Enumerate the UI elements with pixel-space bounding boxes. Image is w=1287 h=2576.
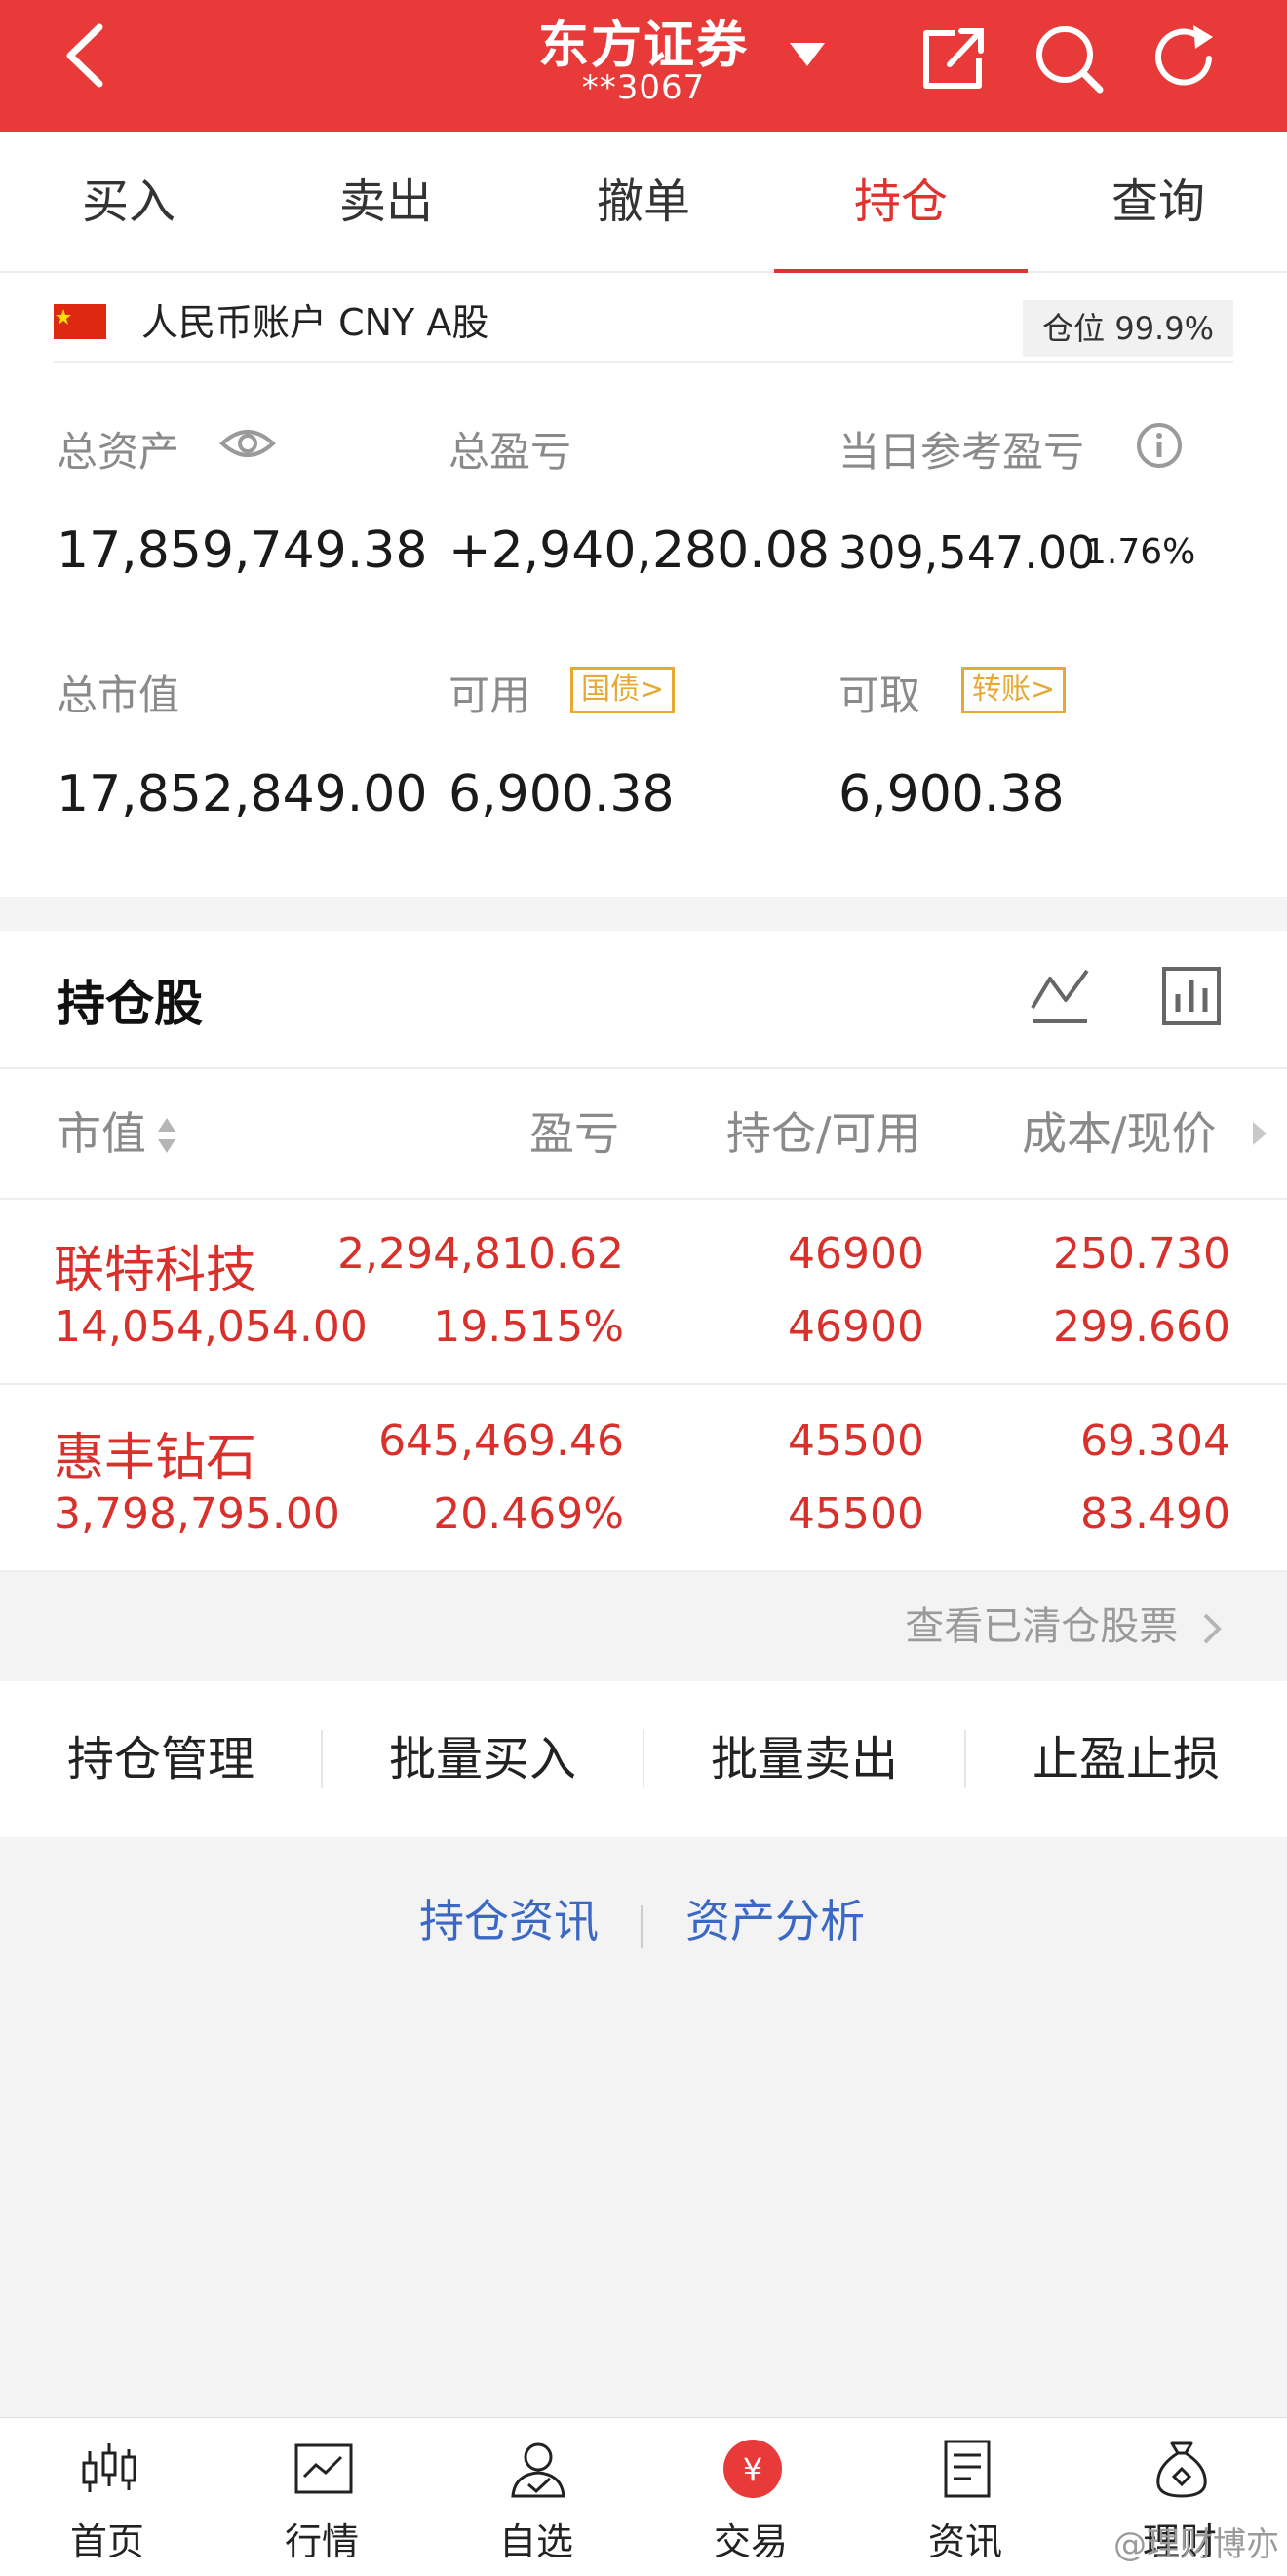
col-position-available: 持仓/可用 [726, 1107, 921, 1160]
col-pl: 盈亏 [529, 1107, 619, 1160]
market-value-value: 17,852,849.00 [57, 765, 428, 824]
stop-profit-loss-button[interactable]: 止盈止损 [965, 1681, 1287, 1837]
tab-holdings[interactable]: 持仓 [772, 132, 1030, 275]
cleared-stocks-bar: 查看已清仓股票 [0, 1572, 1287, 1681]
batch-sell-button[interactable]: 批量卖出 [644, 1681, 965, 1837]
stock-position: 46900 [788, 1229, 924, 1279]
nav-news[interactable]: 资讯 [858, 2418, 1072, 2576]
nav-watchlist[interactable]: 自选 [429, 2418, 644, 2576]
watermark: @理财博亦 [1113, 2525, 1279, 2564]
total-assets-label: 总资产 [57, 428, 180, 476]
daily-pl-value: 309,547.00 [838, 526, 1096, 579]
transfer-link[interactable]: 转账> [961, 667, 1067, 713]
available-label: 可用 [448, 672, 531, 719]
refresh-icon[interactable] [1149, 21, 1223, 96]
batch-buy-button[interactable]: 批量买入 [322, 1681, 644, 1837]
holding-row[interactable]: 联特科技 14,054,054.00 2,294,810.62 19.515% … [0, 1200, 1287, 1385]
stock-market-value: 3,798,795.00 [54, 1489, 340, 1539]
stock-cost: 69.304 [1080, 1416, 1230, 1466]
money-bag-icon [1156, 2441, 1207, 2498]
nav-market[interactable]: 行情 [214, 2418, 429, 2576]
account-bar[interactable]: 人民币账户 CNY A股 仓位 99.9% [54, 294, 1233, 363]
account-summary: 人民币账户 CNY A股 仓位 99.9% 总资产 17,859,749.38 … [0, 273, 1287, 897]
trade-tabs: 买入 卖出 撤单 持仓 查询 [0, 132, 1287, 275]
stock-pl-percent: 19.515% [433, 1302, 624, 1352]
position-manage-button[interactable]: 持仓管理 [0, 1681, 322, 1837]
app-header: 东方证券 **3067 [0, 0, 1287, 132]
total-assets-value: 17,859,749.38 [57, 521, 428, 580]
holdings-title: 持仓股 [57, 976, 203, 1032]
tab-query[interactable]: 查询 [1030, 132, 1287, 273]
stock-price: 83.490 [1080, 1489, 1230, 1539]
bar-chart-icon[interactable] [1160, 965, 1223, 1027]
yuan-icon: ¥ [723, 2440, 782, 2498]
chevron-right-icon [1203, 1613, 1222, 1644]
nav-trade[interactable]: ¥ 交易 [644, 2418, 858, 2576]
tab-buy[interactable]: 买入 [0, 132, 257, 273]
nav-label: 首页 [69, 2520, 144, 2563]
daily-pl-label: 当日参考盈亏 [838, 428, 1085, 476]
daily-pl-percent: 1.76% [1084, 532, 1196, 572]
stock-price: 299.660 [1053, 1302, 1230, 1352]
svg-text:¥: ¥ [743, 2451, 762, 2488]
eye-icon[interactable] [219, 424, 276, 463]
market-value-label: 总市值 [57, 672, 180, 719]
account-type-label: 人民币账户 CNY A股 [141, 301, 489, 344]
available-value: 6,900.38 [448, 765, 675, 824]
cleared-stocks-link[interactable]: 查看已清仓股票 [905, 1572, 1224, 1681]
stock-cost: 250.730 [1053, 1229, 1230, 1279]
divider [641, 1905, 643, 1948]
total-pl-label: 总盈亏 [448, 428, 572, 476]
stock-pl: 2,294,810.62 [337, 1229, 624, 1279]
info-links: 持仓资讯 资产分析 [0, 1886, 1287, 1964]
nav-label: 自选 [498, 2520, 573, 2563]
stock-name: 惠丰钻石 [54, 1429, 257, 1487]
holding-row[interactable]: 惠丰钻石 3,798,795.00 645,469.46 20.469% 455… [0, 1387, 1287, 1572]
document-icon [944, 2440, 991, 2498]
total-pl-value: +2,940,280.08 [448, 521, 830, 580]
col-market-value[interactable]: 市值 [57, 1069, 146, 1198]
nav-label: 交易 [713, 2520, 788, 2563]
search-icon[interactable] [1032, 21, 1106, 96]
holding-actions: 持仓管理 批量买入 批量卖出 止盈止损 [0, 1681, 1287, 1837]
asset-analysis-link[interactable]: 资产分析 [685, 1886, 865, 1950]
trend-line-icon[interactable] [1029, 965, 1091, 1027]
col-cost-price: 成本/现价 [1022, 1107, 1217, 1160]
stock-pl-percent: 20.469% [433, 1489, 624, 1539]
stock-position: 45500 [788, 1416, 924, 1466]
withdrawable-label: 可取 [838, 672, 921, 719]
holdings-news-link[interactable]: 持仓资讯 [419, 1886, 599, 1950]
stock-pl: 645,469.46 [378, 1416, 624, 1466]
china-flag-icon [54, 304, 106, 339]
candlestick-icon [82, 2443, 136, 2492]
holdings-column-header: 市值 盈亏 持仓/可用 成本/现价 [0, 1067, 1287, 1200]
stock-available: 46900 [788, 1302, 924, 1352]
nav-label: 资讯 [927, 2520, 1002, 2563]
user-check-icon [511, 2442, 566, 2498]
stock-market-value: 14,054,054.00 [54, 1302, 368, 1352]
cleared-stocks-label: 查看已清仓股票 [905, 1604, 1179, 1649]
treasury-bond-link[interactable]: 国债> [570, 667, 676, 713]
share-icon[interactable] [916, 21, 991, 96]
position-ratio-badge: 仓位 99.9% [1023, 300, 1233, 357]
info-icon[interactable] [1135, 421, 1184, 470]
nav-label: 行情 [284, 2520, 359, 2563]
dropdown-caret-icon[interactable] [788, 39, 827, 68]
stock-name: 联特科技 [54, 1242, 257, 1300]
holdings-section: 持仓股 市值 盈亏 持仓/可用 成本/现价 联特科技 14,054,054.00… [0, 931, 1287, 1572]
tab-sell[interactable]: 卖出 [257, 132, 515, 273]
sort-icon[interactable] [156, 1116, 177, 1155]
nav-home[interactable]: 首页 [0, 2418, 214, 2576]
tab-cancel[interactable]: 撤单 [515, 132, 772, 273]
chevron-right-icon[interactable] [1250, 1120, 1269, 1147]
stock-available: 45500 [788, 1489, 924, 1539]
withdrawable-value: 6,900.38 [838, 765, 1065, 824]
bottom-navigation: 首页 行情 自选 ¥ 交易 资讯 理财 [0, 2417, 1287, 2576]
chart-icon [294, 2443, 353, 2494]
